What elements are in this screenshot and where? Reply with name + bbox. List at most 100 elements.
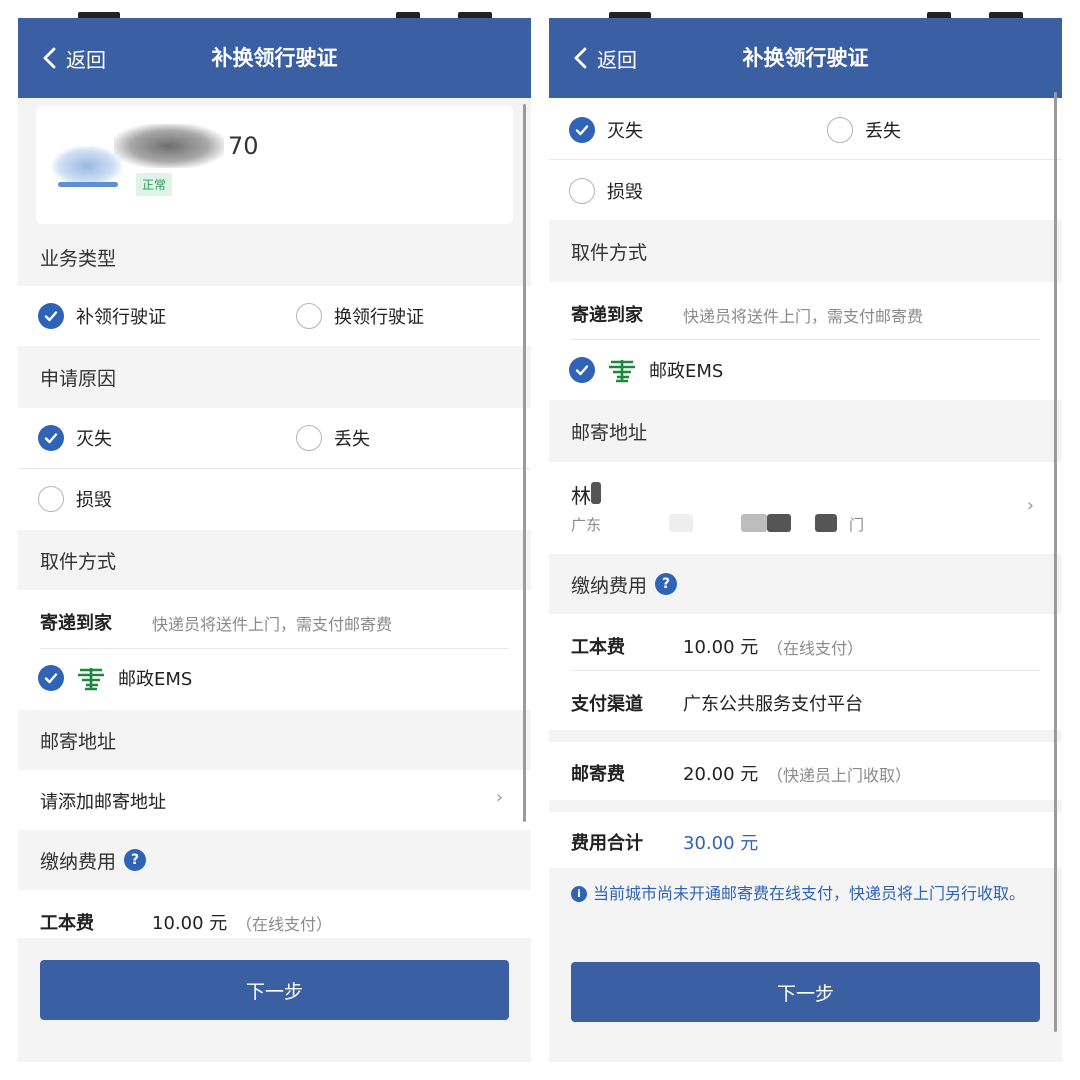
option-replace[interactable]: 换领行驶证 — [296, 303, 424, 329]
address-redacted — [741, 514, 767, 532]
check-circle-icon — [569, 357, 595, 383]
option-label: 灭失 — [607, 121, 643, 142]
license-card[interactable]: 70 正常 — [36, 106, 513, 224]
divider — [571, 670, 1040, 671]
radio-empty-icon — [296, 303, 322, 329]
reason-rows: 灭失 丢失 损毁 — [549, 98, 1062, 220]
fee-name: 工本费 — [40, 913, 94, 934]
next-button[interactable]: 下一步 — [40, 960, 509, 1020]
add-address-row[interactable]: 请添加邮寄地址 › — [18, 770, 531, 830]
address-row[interactable]: 林 广东 门 › — [549, 462, 1062, 554]
page-title: 补换领行驶证 — [211, 46, 338, 70]
option-label: 灭失 — [76, 429, 112, 450]
option-ems[interactable]: 邮政EMS — [38, 665, 192, 691]
name-redacted — [591, 482, 601, 504]
nav-header: 返回 补换领行驶证 — [549, 18, 1062, 98]
fee-amount: 10.00 元 — [152, 913, 228, 934]
section-fees: 缴纳费用 ? — [18, 830, 531, 890]
option-damaged[interactable]: 损毁 — [38, 486, 112, 512]
notice-text: 当前城市尚未开通邮寄费在线支付，快递员将上门另行收取。 — [593, 884, 1026, 903]
reason-rows: 灭失 丢失 损毁 — [18, 408, 531, 530]
fees-label: 缴纳费用 — [40, 850, 117, 873]
option-label: 丢失 — [865, 121, 901, 142]
scrollbar[interactable] — [523, 104, 526, 822]
option-ems[interactable]: 邮政EMS — [569, 357, 723, 383]
fee-amount: 20.00 元 — [683, 764, 759, 785]
divider — [40, 648, 509, 649]
address-redacted — [815, 514, 837, 532]
option-label: 换领行驶证 — [334, 307, 424, 328]
status-badge: 正常 — [136, 173, 173, 196]
question-icon[interactable]: ? — [655, 573, 678, 595]
chevron-right-icon: › — [495, 787, 503, 808]
option-reissue[interactable]: 补领行驶证 — [38, 303, 166, 329]
business-type-row: 补领行驶证 换领行驶证 — [18, 286, 531, 346]
fee-note: （快递员上门收取） — [767, 766, 912, 785]
option-lost[interactable]: 丢失 — [827, 117, 901, 143]
vehicle-image-blurred — [52, 146, 122, 186]
recipient-name: 林 — [571, 484, 591, 508]
nav-header: 返回 补换领行驶证 — [18, 18, 531, 98]
option-destroyed-lost[interactable]: 灭失 — [569, 117, 643, 143]
info-icon: i — [571, 886, 587, 902]
fee-name: 工本费 — [571, 637, 625, 658]
scrollbar[interactable] — [1054, 92, 1057, 1032]
address-redacted — [767, 514, 791, 532]
radio-empty-icon — [38, 486, 64, 512]
fees-label: 缴纳费用 — [571, 574, 648, 597]
pickup-hint: 快递员将送件上门，需支付邮寄费 — [152, 615, 393, 634]
question-icon[interactable]: ? — [124, 849, 147, 871]
section-pickup: 取件方式 — [18, 530, 531, 590]
option-label: 补领行驶证 — [76, 307, 166, 328]
check-circle-icon — [38, 665, 64, 691]
section-address: 邮寄地址 — [18, 710, 531, 770]
footer-area: 下一步 — [18, 938, 531, 1062]
chevron-right-icon: › — [1026, 495, 1034, 516]
fee-amount: 10.00 元 — [683, 637, 759, 658]
check-circle-icon — [38, 425, 64, 451]
fee-rows-top: 工本费 10.00 元 （在线支付） 支付渠道 广东公共服务支付平台 — [549, 614, 1062, 730]
section-reason: 申请原因 — [18, 346, 531, 408]
section-business-type: 业务类型 — [18, 228, 531, 286]
pickup-rows: 寄递到家 快递员将送件上门，需支付邮寄费 邮政EMS — [18, 590, 531, 710]
china-post-logo-icon — [609, 360, 635, 383]
plate-number-suffix: 70 — [228, 132, 259, 160]
fee-name: 支付渠道 — [571, 694, 643, 715]
status-bar — [18, 0, 531, 18]
footer-area: i 当前城市尚未开通邮寄费在线支付，快递员将上门另行收取。 下一步 — [549, 868, 1062, 1062]
pickup-method: 寄递到家 — [571, 305, 643, 326]
payment-channel: 广东公共服务支付平台 — [683, 694, 863, 715]
status-bar — [549, 0, 1062, 18]
divider — [18, 468, 531, 469]
option-lost[interactable]: 丢失 — [296, 425, 370, 451]
option-label: 损毁 — [76, 490, 112, 511]
divider — [549, 159, 1062, 160]
check-circle-icon — [38, 303, 64, 329]
option-damaged[interactable]: 损毁 — [569, 178, 643, 204]
page-title: 补换领行驶证 — [742, 46, 869, 70]
card-wrap: 70 正常 — [18, 98, 531, 228]
carrier-label: 邮政EMS — [649, 361, 724, 382]
total-row: 费用合计 30.00 元 — [549, 812, 1062, 868]
carrier-label: 邮政EMS — [118, 669, 193, 690]
add-address-placeholder: 请添加邮寄地址 — [40, 792, 166, 813]
next-button[interactable]: 下一步 — [571, 962, 1040, 1022]
check-circle-icon — [569, 117, 595, 143]
divider — [571, 339, 1040, 340]
postage-row: 邮寄费 20.00 元 （快递员上门收取） — [549, 742, 1062, 800]
address-line-end: 门 — [849, 516, 865, 534]
option-label: 损毁 — [607, 182, 643, 203]
pickup-hint: 快递员将送件上门，需支付邮寄费 — [683, 307, 924, 326]
section-pickup: 取件方式 — [549, 220, 1062, 282]
plate-number-blurred — [114, 124, 224, 168]
option-destroyed-lost[interactable]: 灭失 — [38, 425, 112, 451]
radio-empty-icon — [569, 178, 595, 204]
radio-empty-icon — [827, 117, 853, 143]
pickup-method: 寄递到家 — [40, 613, 112, 634]
left-screen: 返回 补换领行驶证 70 正常 业务类型 补领行驶证 换领行驶证 申请原因 灭失 — [18, 0, 531, 1062]
fee-note: （在线支付） — [767, 639, 864, 658]
pickup-rows: 寄递到家 快递员将送件上门，需支付邮寄费 邮政EMS — [549, 282, 1062, 400]
fee-total: 30.00 元 — [683, 833, 759, 854]
right-screen: 返回 补换领行驶证 灭失 丢失 损毁 取件方式 寄递到家 快递员将送件上门，需支… — [549, 0, 1062, 1062]
china-post-logo-icon — [78, 668, 104, 691]
